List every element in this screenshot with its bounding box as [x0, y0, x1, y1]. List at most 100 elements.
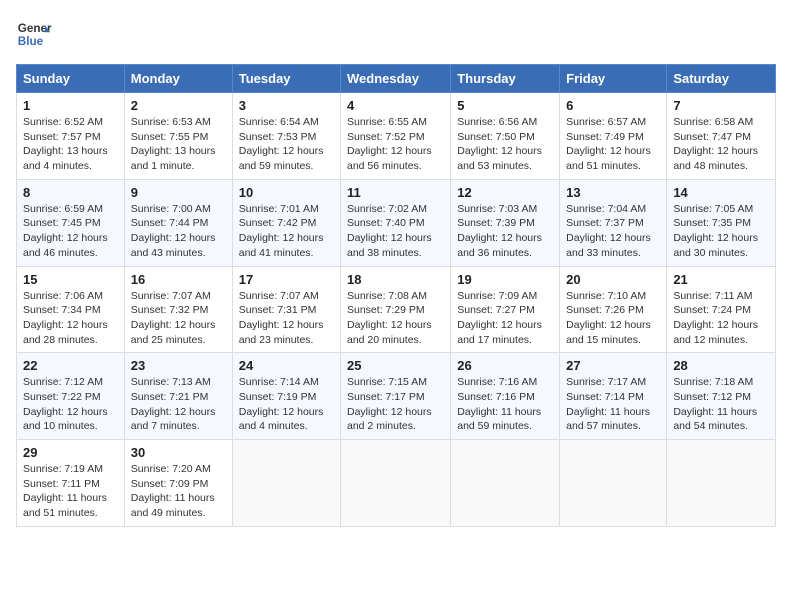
calendar-cell [451, 440, 560, 527]
day-number: 26 [457, 358, 553, 373]
day-info: Sunrise: 7:00 AM Sunset: 7:44 PM Dayligh… [131, 202, 226, 261]
calendar-cell: 17 Sunrise: 7:07 AM Sunset: 7:31 PM Dayli… [232, 266, 340, 353]
svg-text:Blue: Blue [18, 35, 44, 48]
calendar-cell: 24 Sunrise: 7:14 AM Sunset: 7:19 PM Dayli… [232, 353, 340, 440]
calendar-cell [667, 440, 776, 527]
day-number: 7 [673, 98, 769, 113]
day-number: 28 [673, 358, 769, 373]
calendar-cell: 13 Sunrise: 7:04 AM Sunset: 7:37 PM Dayli… [560, 179, 667, 266]
day-number: 14 [673, 185, 769, 200]
day-number: 30 [131, 445, 226, 460]
calendar-cell: 5Sunrise: 6:56 AM Sunset: 7:50 PM Daylig… [451, 93, 560, 180]
calendar-cell: 2 Sunrise: 6:53 AM Sunset: 7:55 PM Daylig… [124, 93, 232, 180]
day-info: Sunrise: 7:08 AM Sunset: 7:29 PM Dayligh… [347, 289, 444, 348]
calendar-cell: 12 Sunrise: 7:03 AM Sunset: 7:39 PM Dayli… [451, 179, 560, 266]
calendar-cell: 22 Sunrise: 7:12 AM Sunset: 7:22 PM Dayli… [17, 353, 125, 440]
day-number: 24 [239, 358, 334, 373]
day-number: 20 [566, 272, 660, 287]
calendar-cell: 21Sunrise: 7:11 AM Sunset: 7:24 PM Dayli… [667, 266, 776, 353]
day-info: Sunrise: 7:20 AM Sunset: 7:09 PM Dayligh… [131, 462, 226, 521]
day-info: Sunrise: 7:19 AM Sunset: 7:11 PM Dayligh… [23, 462, 118, 521]
day-info: Sunrise: 7:07 AM Sunset: 7:31 PM Dayligh… [239, 289, 334, 348]
day-info: Sunrise: 7:16 AM Sunset: 7:16 PM Dayligh… [457, 375, 553, 434]
day-info: Sunrise: 7:11 AM Sunset: 7:24 PM Dayligh… [673, 289, 769, 348]
calendar-cell: 19 Sunrise: 7:09 AM Sunset: 7:27 PM Dayli… [451, 266, 560, 353]
day-info: Sunrise: 7:15 AM Sunset: 7:17 PM Dayligh… [347, 375, 444, 434]
day-info: Sunrise: 6:59 AM Sunset: 7:45 PM Dayligh… [23, 202, 118, 261]
day-number: 22 [23, 358, 118, 373]
calendar-cell [341, 440, 451, 527]
calendar-cell: 3 Sunrise: 6:54 AM Sunset: 7:53 PM Daylig… [232, 93, 340, 180]
day-number: 4 [347, 98, 444, 113]
day-info: Sunrise: 7:14 AM Sunset: 7:19 PM Dayligh… [239, 375, 334, 434]
day-number: 12 [457, 185, 553, 200]
calendar-cell: 16 Sunrise: 7:07 AM Sunset: 7:32 PM Dayli… [124, 266, 232, 353]
logo: General Blue [16, 16, 52, 52]
day-number: 6 [566, 98, 660, 113]
col-header-friday: Friday [560, 65, 667, 93]
calendar-cell: 14 Sunrise: 7:05 AM Sunset: 7:35 PM Dayli… [667, 179, 776, 266]
calendar-cell: 15 Sunrise: 7:06 AM Sunset: 7:34 PM Dayli… [17, 266, 125, 353]
calendar-cell [232, 440, 340, 527]
day-number: 10 [239, 185, 334, 200]
calendar-cell: 7 Sunrise: 6:58 AM Sunset: 7:47 PM Daylig… [667, 93, 776, 180]
calendar-cell: 6 Sunrise: 6:57 AM Sunset: 7:49 PM Daylig… [560, 93, 667, 180]
day-number: 5 [457, 98, 553, 113]
day-info: Sunrise: 7:12 AM Sunset: 7:22 PM Dayligh… [23, 375, 118, 434]
day-number: 11 [347, 185, 444, 200]
day-info: Sunrise: 7:04 AM Sunset: 7:37 PM Dayligh… [566, 202, 660, 261]
day-info: Sunrise: 7:06 AM Sunset: 7:34 PM Dayligh… [23, 289, 118, 348]
day-number: 1 [23, 98, 118, 113]
calendar-cell: 23Sunrise: 7:13 AM Sunset: 7:21 PM Dayli… [124, 353, 232, 440]
day-info: Sunrise: 7:09 AM Sunset: 7:27 PM Dayligh… [457, 289, 553, 348]
day-number: 27 [566, 358, 660, 373]
calendar-cell: 29 Sunrise: 7:19 AM Sunset: 7:11 PM Dayli… [17, 440, 125, 527]
day-info: Sunrise: 7:07 AM Sunset: 7:32 PM Dayligh… [131, 289, 226, 348]
calendar-cell: 4 Sunrise: 6:55 AM Sunset: 7:52 PM Daylig… [341, 93, 451, 180]
day-number: 17 [239, 272, 334, 287]
calendar-cell: 26 Sunrise: 7:16 AM Sunset: 7:16 PM Dayli… [451, 353, 560, 440]
col-header-wednesday: Wednesday [341, 65, 451, 93]
day-info: Sunrise: 7:18 AM Sunset: 7:12 PM Dayligh… [673, 375, 769, 434]
calendar-cell: 1 Sunrise: 6:52 AM Sunset: 7:57 PM Daylig… [17, 93, 125, 180]
day-info: Sunrise: 6:58 AM Sunset: 7:47 PM Dayligh… [673, 115, 769, 174]
col-header-tuesday: Tuesday [232, 65, 340, 93]
day-number: 9 [131, 185, 226, 200]
day-info: Sunrise: 7:17 AM Sunset: 7:14 PM Dayligh… [566, 375, 660, 434]
day-number: 16 [131, 272, 226, 287]
calendar-cell: 25 Sunrise: 7:15 AM Sunset: 7:17 PM Dayli… [341, 353, 451, 440]
day-number: 29 [23, 445, 118, 460]
day-info: Sunrise: 7:10 AM Sunset: 7:26 PM Dayligh… [566, 289, 660, 348]
day-info: Sunrise: 7:05 AM Sunset: 7:35 PM Dayligh… [673, 202, 769, 261]
calendar-cell: 11 Sunrise: 7:02 AM Sunset: 7:40 PM Dayli… [341, 179, 451, 266]
day-number: 15 [23, 272, 118, 287]
day-number: 8 [23, 185, 118, 200]
day-number: 13 [566, 185, 660, 200]
calendar-table: SundayMondayTuesdayWednesdayThursdayFrid… [16, 64, 776, 527]
page-header: General Blue [16, 16, 776, 52]
day-number: 19 [457, 272, 553, 287]
day-info: Sunrise: 7:02 AM Sunset: 7:40 PM Dayligh… [347, 202, 444, 261]
day-number: 3 [239, 98, 334, 113]
logo-icon: General Blue [16, 16, 52, 52]
col-header-saturday: Saturday [667, 65, 776, 93]
day-number: 2 [131, 98, 226, 113]
day-info: Sunrise: 6:54 AM Sunset: 7:53 PM Dayligh… [239, 115, 334, 174]
day-info: Sunrise: 6:57 AM Sunset: 7:49 PM Dayligh… [566, 115, 660, 174]
day-info: Sunrise: 7:01 AM Sunset: 7:42 PM Dayligh… [239, 202, 334, 261]
day-info: Sunrise: 6:52 AM Sunset: 7:57 PM Dayligh… [23, 115, 118, 174]
calendar-cell [560, 440, 667, 527]
calendar-cell: 27 Sunrise: 7:17 AM Sunset: 7:14 PM Dayli… [560, 353, 667, 440]
day-info: Sunrise: 6:55 AM Sunset: 7:52 PM Dayligh… [347, 115, 444, 174]
calendar-cell: 30 Sunrise: 7:20 AM Sunset: 7:09 PM Dayli… [124, 440, 232, 527]
day-info: Sunrise: 6:53 AM Sunset: 7:55 PM Dayligh… [131, 115, 226, 174]
day-number: 23 [131, 358, 226, 373]
day-info: Sunrise: 7:03 AM Sunset: 7:39 PM Dayligh… [457, 202, 553, 261]
day-number: 18 [347, 272, 444, 287]
calendar-cell: 20 Sunrise: 7:10 AM Sunset: 7:26 PM Dayli… [560, 266, 667, 353]
col-header-thursday: Thursday [451, 65, 560, 93]
calendar-cell: 9 Sunrise: 7:00 AM Sunset: 7:44 PM Daylig… [124, 179, 232, 266]
calendar-cell: 8 Sunrise: 6:59 AM Sunset: 7:45 PM Daylig… [17, 179, 125, 266]
day-number: 25 [347, 358, 444, 373]
calendar-cell: 18 Sunrise: 7:08 AM Sunset: 7:29 PM Dayli… [341, 266, 451, 353]
